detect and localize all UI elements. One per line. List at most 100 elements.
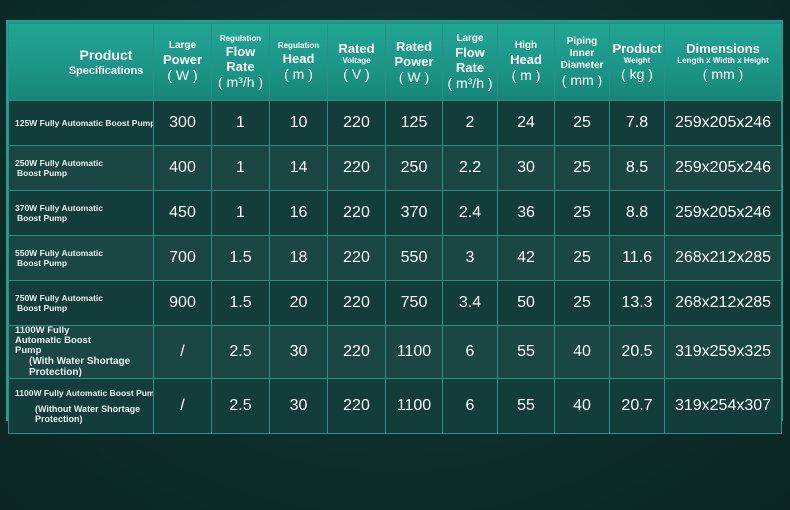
header-regulation-flow: Regulation Flow Rate ( m³/h ) [211,22,270,101]
cell-large-power: / [153,378,212,434]
header-top: High [514,40,538,51]
cell-large-power: 400 [153,145,212,191]
cell-large-flow: 2.2 [442,145,498,191]
cell-weight: 8.5 [609,145,665,191]
row-name-sub: Boost Pump [17,212,68,223]
row-name-text: 1100W Fully Automatic Boost Pump [15,388,154,398]
cell-large-power: 450 [153,190,212,236]
cell-rated-power: 1100 [385,378,443,434]
header-mid: Head [282,51,315,66]
cell-regulation-flow: 1.5 [211,235,270,281]
cell-high-head: 42 [497,235,555,281]
cell-piping: 40 [554,325,610,379]
header-unit: ( kg ) [621,66,653,82]
header-unit: ( mm ) [702,66,744,82]
header-top: Product [612,41,662,56]
header-mid: Inner Diameter [560,47,604,71]
cell-large-flow: 3 [442,235,498,281]
header-mid: Length x Width x Height [677,56,769,65]
cell-dimensions: 259x205x246 [664,145,782,191]
cell-high-head: 55 [497,325,555,379]
row-name-text: 1100W Fully Automatic Boost Pump [15,325,91,356]
header-unit: ( W ) [398,68,430,85]
header-unit: ( V ) [343,66,370,82]
cell-weight: 20.7 [609,378,665,434]
cell-large-flow: 2 [442,100,498,146]
header-top: Regulation [219,33,262,43]
table-row: 250W Fully Automatic Boost Pump 400 1 14 … [8,145,782,191]
header-mid: Voltage [342,56,371,65]
cell-rated-voltage: 220 [327,145,386,191]
cell-weight: 8.8 [609,190,665,236]
cell-large-power: 900 [153,280,212,326]
header-unit: ( m ) [511,67,541,83]
cell-regulation-head: 30 [269,325,328,379]
cell-piping: 25 [554,190,610,236]
cell-regulation-head: 16 [269,190,328,236]
cell-regulation-flow: 1 [211,100,270,146]
header-row: Product Specifications Large Power ( W )… [8,22,782,101]
cell-large-flow: 3.4 [442,280,498,326]
cell-dimensions: 268x212x285 [664,280,782,326]
header-mid: Head [510,52,542,67]
cell-rated-power: 370 [385,190,443,236]
table-row: 1100W Fully Automatic Boost Pump (Without… [8,378,782,434]
table-row: 370W Fully Automatic Boost Pump 450 1 16 … [8,190,782,236]
row-name-text: 750W Fully Automatic [15,292,104,303]
cell-rated-voltage: 220 [327,325,386,379]
row-name: 1100W Fully Automatic Boost Pump (Without… [8,378,154,434]
cell-rated-voltage: 220 [327,378,386,434]
cell-rated-power: 750 [385,280,443,326]
cell-dimensions: 268x212x285 [664,235,782,281]
spec-table: Product Specifications Large Power ( W )… [8,22,782,434]
cell-high-head: 36 [497,190,555,236]
table-row: 750W Fully Automatic Boost Pump 900 1.5 2… [8,280,782,326]
header-top: Large [168,40,197,51]
row-name: 550W Fully Automatic Boost Pump [8,235,154,281]
header-product: Product Specifications [8,22,154,101]
cell-piping: 40 [554,378,610,434]
cell-high-head: 30 [497,145,555,191]
cell-regulation-head: 10 [269,100,328,146]
header-top: Dimensions [686,41,760,56]
cell-rated-voltage: 220 [327,190,386,236]
cell-piping: 25 [554,145,610,191]
cell-weight: 7.8 [609,100,665,146]
cell-high-head: 55 [497,378,555,434]
header-mid: Power [394,53,434,69]
header-top: Rated [338,41,375,56]
header-unit: ( m³/h ) [447,74,493,91]
header-rated-power: Rated Power ( W ) [385,22,443,101]
cell-dimensions: 319x254x307 [664,378,782,434]
header-unit: ( W ) [167,67,198,83]
cell-rated-voltage: 220 [327,280,386,326]
header-product-top: Product [79,46,133,63]
cell-piping: 25 [554,100,610,146]
row-name-text: 550W Fully Automatic [15,247,104,258]
cell-regulation-head: 18 [269,235,328,281]
cell-large-power: 700 [153,235,212,281]
cell-high-head: 50 [497,280,555,326]
cell-rated-power: 1100 [385,325,443,379]
spec-table-container: Product Specifications Large Power ( W )… [6,20,783,434]
row-name-sub: Boost Pump [17,167,68,178]
cell-regulation-flow: 1.5 [211,280,270,326]
header-mid: Flow Rate [455,44,485,75]
cell-high-head: 24 [497,100,555,146]
cell-dimensions: 319x259x325 [664,325,782,379]
row-name-sub: Boost Pump [17,257,68,268]
cell-regulation-flow: 1 [211,145,270,191]
cell-large-flow: 6 [442,325,498,379]
cell-weight: 13.3 [609,280,665,326]
header-rated-voltage: Rated Voltage ( V ) [327,22,386,101]
cell-rated-power: 250 [385,145,443,191]
cell-large-power: / [153,325,212,379]
cell-large-flow: 2.4 [442,190,498,236]
row-name-text: 370W Fully Automatic [15,202,104,213]
cell-rated-voltage: 220 [327,100,386,146]
table-row: 1100W Fully Automatic Boost Pump (With Wa… [8,325,782,379]
header-mid: Power [162,52,202,67]
header-piping: Piping Inner Diameter ( mm ) [554,22,610,101]
row-name-text: 125W Fully Automatic Boost Pump [15,118,154,128]
table-row: 125W Fully Automatic Boost Pump 300 1 10… [8,100,782,146]
